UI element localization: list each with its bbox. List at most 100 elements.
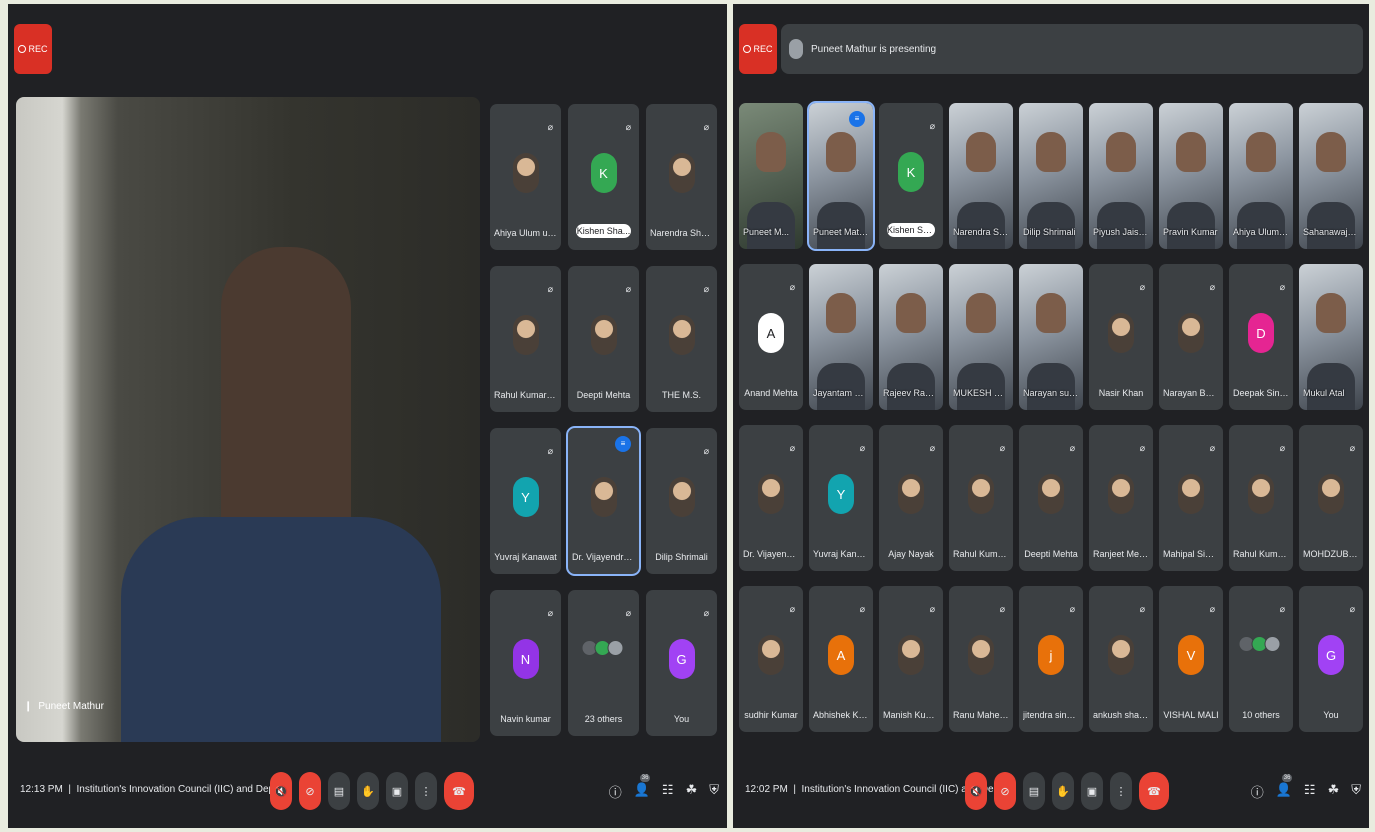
participant-tile[interactable]: ⌀ Y Yuvraj Kanawat xyxy=(809,425,873,571)
participant-tile[interactable]: ⌀ Dr. Vijayendra Si... xyxy=(739,425,803,571)
avatar xyxy=(1108,474,1134,514)
participant-tile[interactable]: ⌀ Y Yuvraj Kanawat xyxy=(490,428,561,574)
camera-off-button[interactable]: ⊘ xyxy=(299,772,321,810)
participant-tile[interactable]: ⌀ G You xyxy=(646,590,717,736)
participant-tile[interactable]: ⌀ A Abhishek Kumar xyxy=(809,586,873,732)
people-icon[interactable]: 👤 36 xyxy=(634,774,651,801)
mic-muted-icon: ⌀ xyxy=(929,121,935,131)
participant-name: Rahul Kumar sen xyxy=(494,390,557,400)
participant-tile[interactable]: ⌀ D Deepak Singh xyxy=(1229,264,1293,410)
participant-tile[interactable]: Sahanawaj Hus... xyxy=(1299,103,1363,249)
participant-tile[interactable]: Dilip Shrimali xyxy=(1019,103,1083,249)
participant-tile[interactable]: ⌀ Deepti Mehta xyxy=(1019,425,1083,571)
mic-muted-icon: ⌀ xyxy=(625,608,631,618)
participant-name: Mahipal Singh K... xyxy=(1163,549,1219,559)
participant-tile[interactable]: ⌀ Rahul Kumar sen xyxy=(490,266,561,412)
speaking-indicator-icon: ≡ xyxy=(849,111,865,127)
raise-hand-button[interactable]: ✋ xyxy=(357,772,379,810)
participant-face xyxy=(966,293,996,334)
participant-tile[interactable]: ⌀ N Navin kumar xyxy=(490,590,561,736)
more-options-button[interactable]: ⋮ xyxy=(1110,772,1132,810)
participant-tile[interactable]: ⌀ THE M.S. xyxy=(646,266,717,412)
participant-tile[interactable]: ⌀ sudhir Kumar xyxy=(739,586,803,732)
participant-tile[interactable]: ⌀ 23 others xyxy=(568,590,639,736)
participant-tile[interactable]: Pravin Kumar xyxy=(1159,103,1223,249)
participant-tile[interactable]: ⌀ K Kishen Sha... xyxy=(879,103,943,249)
present-button[interactable]: ▣ xyxy=(1081,772,1103,810)
participant-tile[interactable]: ⌀ Mahipal Singh K... xyxy=(1159,425,1223,571)
participant-tile[interactable]: ⌀ Manish Kumar xyxy=(879,586,943,732)
participant-tile[interactable]: ⌀ G You xyxy=(1299,586,1363,732)
host-controls-icon[interactable]: ⛨ xyxy=(1351,782,1361,801)
participant-name: Manish Kumar xyxy=(883,710,939,720)
captions-button[interactable]: ▤ xyxy=(1023,772,1045,810)
participant-tile[interactable]: Puneet M... xyxy=(739,103,803,249)
participant-tile[interactable]: Mukul Atal xyxy=(1299,264,1363,410)
participant-tile[interactable]: Rajeev Ranjan xyxy=(879,264,943,410)
participant-tile[interactable]: ⌀ Ajay Nayak xyxy=(879,425,943,571)
camera-off-button[interactable]: ⊘ xyxy=(994,772,1016,810)
presenting-banner[interactable]: Puneet Mathur is presenting xyxy=(781,24,1363,74)
participant-name: jitendra singh c... xyxy=(1023,710,1079,720)
avatar xyxy=(1038,474,1064,514)
present-button[interactable]: ▣ xyxy=(386,772,408,810)
participant-body xyxy=(1166,202,1216,249)
participant-tile[interactable]: ⌀ Rahul Kumar sen xyxy=(949,425,1013,571)
participant-name: You xyxy=(1323,710,1339,720)
mic-off-button[interactable]: 🔇 xyxy=(270,772,292,810)
avatar: K xyxy=(590,153,617,193)
participant-face xyxy=(1176,132,1206,173)
leave-call-button[interactable]: ☎ xyxy=(1139,772,1169,810)
info-icon[interactable]: ⓘ xyxy=(609,782,622,801)
captions-button[interactable]: ▤ xyxy=(328,772,350,810)
participant-tile[interactable]: ⌀ Ahiya Ulum uddin xyxy=(490,104,561,250)
participant-tile[interactable]: ⌀ A Anand Mehta xyxy=(739,264,803,410)
participant-tile[interactable]: ⌀ K Kishen Sha... xyxy=(568,104,639,250)
people-count-badge: 36 xyxy=(639,774,651,782)
raise-hand-button[interactable]: ✋ xyxy=(1052,772,1074,810)
participant-tile[interactable]: ⌀ Ranjeet Meena xyxy=(1089,425,1153,571)
chat-icon[interactable]: ☷ xyxy=(1304,782,1316,801)
participant-tile[interactable]: MUKESH GAN... xyxy=(949,264,1013,410)
participant-tile[interactable]: ⌀ Narayan Banjara xyxy=(1159,264,1223,410)
host-controls-icon[interactable]: ⛨ xyxy=(709,782,719,801)
participant-tile[interactable]: ≡ Puneet Mathur xyxy=(807,101,875,251)
participant-body xyxy=(1236,202,1286,249)
activities-icon[interactable]: ☘ xyxy=(1328,782,1340,801)
participant-tile[interactable]: Narayan suthar xyxy=(1019,264,1083,410)
activities-icon[interactable]: ☘ xyxy=(686,782,698,801)
participant-tile[interactable]: Ahiya Ulum ud... xyxy=(1229,103,1293,249)
participant-tile[interactable]: Piyush Jaiswal xyxy=(1089,103,1153,249)
people-icon[interactable]: 👤 36 xyxy=(1276,774,1293,801)
participant-tile[interactable]: ⌀ MOHDZUBER K... xyxy=(1299,425,1363,571)
avatar xyxy=(1108,313,1134,353)
avatar xyxy=(1248,474,1274,514)
participant-tile[interactable]: Narendra Shar... xyxy=(949,103,1013,249)
participant-tile[interactable]: Jayantam Saxe... xyxy=(809,264,873,410)
mic-muted-icon: ⌀ xyxy=(859,604,865,614)
participant-tile[interactable]: ≡ Dr. Vijayendra Si... xyxy=(566,426,641,576)
more-options-button[interactable]: ⋮ xyxy=(415,772,437,810)
participant-face xyxy=(756,132,786,173)
info-icon[interactable]: ⓘ xyxy=(1251,782,1264,801)
speaking-indicator-icon: ≡ xyxy=(615,436,631,452)
avatar: Y xyxy=(512,477,539,517)
participant-tile[interactable]: ⌀ Dilip Shrimali xyxy=(646,428,717,574)
participant-tile[interactable]: ⌀ V VISHAL MALI xyxy=(1159,586,1223,732)
avatar xyxy=(758,635,784,675)
participant-tile[interactable]: ⌀ 10 others xyxy=(1229,586,1293,732)
chat-icon[interactable]: ☷ xyxy=(662,782,674,801)
participant-tile[interactable]: ⌀ ankush sharma xyxy=(1089,586,1153,732)
main-speaker-video[interactable]: ❙ Puneet Mathur xyxy=(16,97,480,742)
participant-tile[interactable]: ⌀ Rahul Kumar Me... xyxy=(1229,425,1293,571)
avatar: V xyxy=(1178,635,1204,675)
participant-name: MUKESH GAN... xyxy=(953,388,1009,398)
participant-tile[interactable]: ⌀ j jitendra singh c... xyxy=(1019,586,1083,732)
participant-tile[interactable]: ⌀ Deepti Mehta xyxy=(568,266,639,412)
participant-tile[interactable]: ⌀ Narendra Sharma xyxy=(646,104,717,250)
avatar xyxy=(1178,474,1204,514)
mic-off-button[interactable]: 🔇 xyxy=(965,772,987,810)
participant-tile[interactable]: ⌀ Nasir Khan xyxy=(1089,264,1153,410)
leave-call-button[interactable]: ☎ xyxy=(444,772,474,810)
participant-tile[interactable]: ⌀ Ranu Maheshwari xyxy=(949,586,1013,732)
